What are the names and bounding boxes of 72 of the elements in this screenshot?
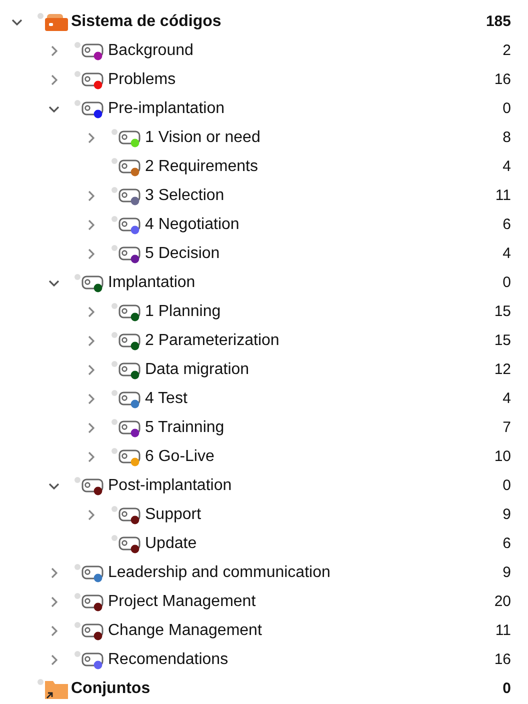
code-icon: [111, 446, 143, 466]
item-count: 8: [502, 129, 511, 146]
tree-item-label[interactable]: 2 Parameterization: [145, 332, 280, 350]
item-count: 11: [495, 622, 511, 639]
tree-item-label[interactable]: 6 Go-Live: [145, 448, 214, 466]
tree-item-label[interactable]: 1 Vision or need: [145, 128, 260, 146]
code-icon: [74, 592, 106, 612]
code-icon: [111, 128, 143, 148]
item-count: 0: [502, 680, 511, 697]
item-count: 16: [494, 651, 511, 668]
item-count: 4: [502, 245, 511, 262]
tree-item-label[interactable]: 5 Trainning: [145, 418, 224, 436]
tree-item-label[interactable]: Sistema de códigos: [71, 12, 222, 30]
item-count: 2: [502, 42, 511, 59]
code-icon: [74, 70, 106, 90]
tree-item-label[interactable]: Implantation: [108, 274, 196, 292]
item-count: 12: [494, 361, 511, 378]
item-count: 4: [502, 158, 511, 175]
tree-item-label[interactable]: Problems: [108, 70, 176, 88]
item-count: 10: [494, 448, 511, 465]
code-icon: [111, 360, 143, 380]
item-count: 11: [495, 187, 511, 204]
tree-item-label[interactable]: Recomendations: [108, 650, 228, 668]
item-count: 7: [502, 419, 511, 436]
tree-item-label[interactable]: 1 Planning: [145, 302, 221, 320]
item-count: 6: [502, 535, 511, 552]
code-icon: [74, 98, 106, 118]
item-count: 15: [494, 303, 511, 320]
tree-item-label[interactable]: Support: [145, 506, 202, 524]
code-icon: [111, 214, 143, 234]
tree-item-label[interactable]: 3 Selection: [145, 186, 224, 204]
tree-item-label[interactable]: 2 Requirements: [145, 158, 258, 176]
code-icon: [111, 244, 143, 264]
item-count: 9: [502, 506, 511, 523]
tree-item-label[interactable]: 5 Decision: [145, 244, 220, 262]
code-icon: [111, 418, 143, 438]
code-icon: [74, 650, 106, 670]
item-count: 9: [502, 564, 511, 581]
code-icon: [111, 186, 143, 206]
folder-shortcut-icon: [37, 678, 69, 700]
item-count: 20: [494, 593, 511, 610]
code-icon: [74, 620, 106, 640]
code-icon: [74, 476, 106, 496]
code-icon: [111, 388, 143, 408]
tree-item-label[interactable]: 4 Negotiation: [145, 216, 240, 234]
item-count: 0: [502, 477, 511, 494]
tree-item-label[interactable]: Conjuntos: [71, 680, 150, 698]
tree-item-label[interactable]: Background: [108, 42, 194, 60]
tree-item-label[interactable]: Project Management: [108, 592, 256, 610]
tree-item-label[interactable]: Change Management: [108, 622, 262, 640]
code-icon: [111, 534, 143, 554]
code-icon: [111, 302, 143, 322]
tree-item-label[interactable]: Pre-implantation: [108, 100, 224, 118]
item-count: 15: [494, 332, 511, 349]
code-icon: [111, 330, 143, 350]
code-icon: [74, 40, 106, 60]
code-icon: [111, 504, 143, 524]
item-count: 16: [494, 71, 511, 88]
item-count: 4: [502, 390, 511, 407]
item-count: 185: [486, 13, 511, 30]
code-icon: [74, 562, 106, 582]
code-system-icon: [37, 12, 69, 32]
code-icon: [74, 272, 106, 292]
tree-item-label[interactable]: Update: [145, 534, 197, 552]
item-count: 6: [502, 216, 511, 233]
tree-item-label[interactable]: Data migration: [145, 360, 250, 378]
tree-item-label[interactable]: Post-implantation: [108, 476, 232, 494]
tree-item-label[interactable]: 4 Test: [145, 390, 188, 408]
item-count: 0: [502, 274, 511, 291]
tree-item-label[interactable]: Leadership and communication: [108, 564, 330, 582]
item-count: 0: [502, 100, 511, 117]
code-icon: [111, 156, 143, 176]
